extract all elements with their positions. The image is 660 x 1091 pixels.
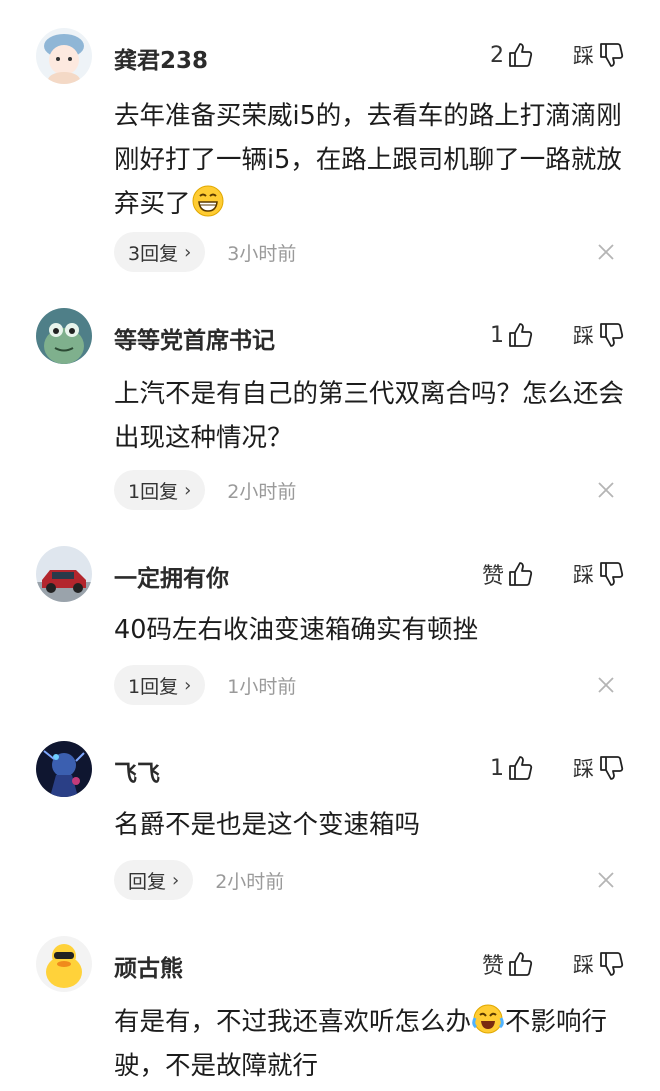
comment-actions: 2 踩 <box>490 40 624 70</box>
reply-label: 1回复 <box>128 675 179 698</box>
dislike-button[interactable]: 踩 <box>573 320 624 350</box>
comment-meta: 1回复 › 1小时前 <box>114 664 296 706</box>
dislike-button[interactable]: 踩 <box>573 559 624 589</box>
reply-button[interactable]: 1回复 › <box>114 470 206 510</box>
reply-button[interactable]: 回复 › <box>114 860 194 900</box>
like-count: 2 <box>490 42 504 68</box>
comment-text: 去年准备买荣威i5的，去看车的路上打滴滴刚刚好打了一辆i5，在路上跟司机聊了一路… <box>114 94 634 226</box>
like-count: 1 <box>490 322 504 348</box>
reply-button[interactable]: 1回复 › <box>114 665 206 705</box>
username[interactable]: 等等党首席书记 <box>114 321 275 355</box>
grin-emoji <box>191 184 225 218</box>
avatar[interactable] <box>36 308 92 364</box>
thumbs-up-icon <box>507 322 533 348</box>
reply-label: 3回复 <box>128 242 179 265</box>
chevron-right-icon: › <box>172 869 180 891</box>
like-button[interactable]: 赞 <box>482 558 533 590</box>
like-button[interactable]: 1 <box>490 322 533 348</box>
comment-text-before-emoji: 有是有，不过我还喜欢听怎么办 <box>114 1007 472 1037</box>
dislike-button[interactable]: 踩 <box>573 40 624 70</box>
thumbs-down-icon <box>598 42 624 68</box>
comment-meta: 1回复 › 2小时前 <box>114 469 296 511</box>
thumbs-up-icon <box>507 42 533 68</box>
chevron-right-icon: › <box>184 241 192 263</box>
reply-label: 回复 <box>128 870 167 893</box>
comment-meta: 3回复 › 3小时前 <box>114 231 296 273</box>
like-count: 1 <box>490 755 504 781</box>
like-button[interactable]: 赞 <box>482 948 533 980</box>
timestamp: 2小时前 <box>215 870 285 893</box>
dislike-label: 踩 <box>573 953 594 977</box>
dislike-button[interactable]: 踩 <box>573 753 624 783</box>
laugh-tears-emoji <box>471 1002 505 1036</box>
dislike-label: 踩 <box>573 563 594 587</box>
timestamp: 2小时前 <box>227 480 297 503</box>
timestamp: 3小时前 <box>227 242 297 265</box>
close-icon[interactable] <box>594 673 618 697</box>
avatar[interactable] <box>36 936 92 992</box>
dislike-button[interactable]: 踩 <box>573 949 624 979</box>
avatar[interactable] <box>36 28 92 84</box>
comment-actions: 1 踩 <box>490 320 624 350</box>
comment-text: 上汽不是有自己的第三代双离合吗？怎么还会出现这种情况？ <box>114 379 625 453</box>
avatar[interactable] <box>36 741 92 797</box>
close-icon[interactable] <box>594 240 618 264</box>
chevron-right-icon: › <box>184 479 192 501</box>
comment-text: 名爵不是也是这个变速箱吗 <box>114 810 421 840</box>
reply-label: 1回复 <box>128 480 179 503</box>
comment-text: 40码左右收油变速箱确实有顿挫 <box>114 615 478 645</box>
thumbs-down-icon <box>598 951 624 977</box>
like-label: 赞 <box>481 564 504 589</box>
username[interactable]: 顽古熊 <box>114 949 183 983</box>
comment-actions: 1 踩 <box>490 753 624 783</box>
username[interactable]: 龚君238 <box>114 41 208 75</box>
reply-button[interactable]: 3回复 › <box>114 232 206 272</box>
thumbs-down-icon <box>598 755 624 781</box>
username[interactable]: 一定拥有你 <box>114 559 229 593</box>
comment-actions: 赞 踩 <box>482 948 624 980</box>
comment-actions: 赞 踩 <box>482 558 624 590</box>
comment-text: 有是有，不过我还喜欢听怎么办 不影响行驶，不是故障就行 <box>114 1000 634 1088</box>
username[interactable]: 飞飞 <box>114 754 160 788</box>
thumbs-down-icon <box>598 322 624 348</box>
thumbs-up-icon <box>507 755 533 781</box>
dislike-label: 踩 <box>573 44 594 68</box>
timestamp: 1小时前 <box>227 675 297 698</box>
thumbs-up-icon <box>507 561 533 587</box>
close-icon[interactable] <box>594 478 618 502</box>
like-button[interactable]: 2 <box>490 42 533 68</box>
like-button[interactable]: 1 <box>490 755 533 781</box>
dislike-label: 踩 <box>573 324 594 348</box>
like-label: 赞 <box>481 954 504 979</box>
thumbs-down-icon <box>598 561 624 587</box>
close-icon[interactable] <box>594 868 618 892</box>
comment-meta: 回复 › 2小时前 <box>114 859 284 901</box>
dislike-label: 踩 <box>573 757 594 781</box>
avatar[interactable] <box>36 546 92 602</box>
thumbs-up-icon <box>507 951 533 977</box>
chevron-right-icon: › <box>184 674 192 696</box>
